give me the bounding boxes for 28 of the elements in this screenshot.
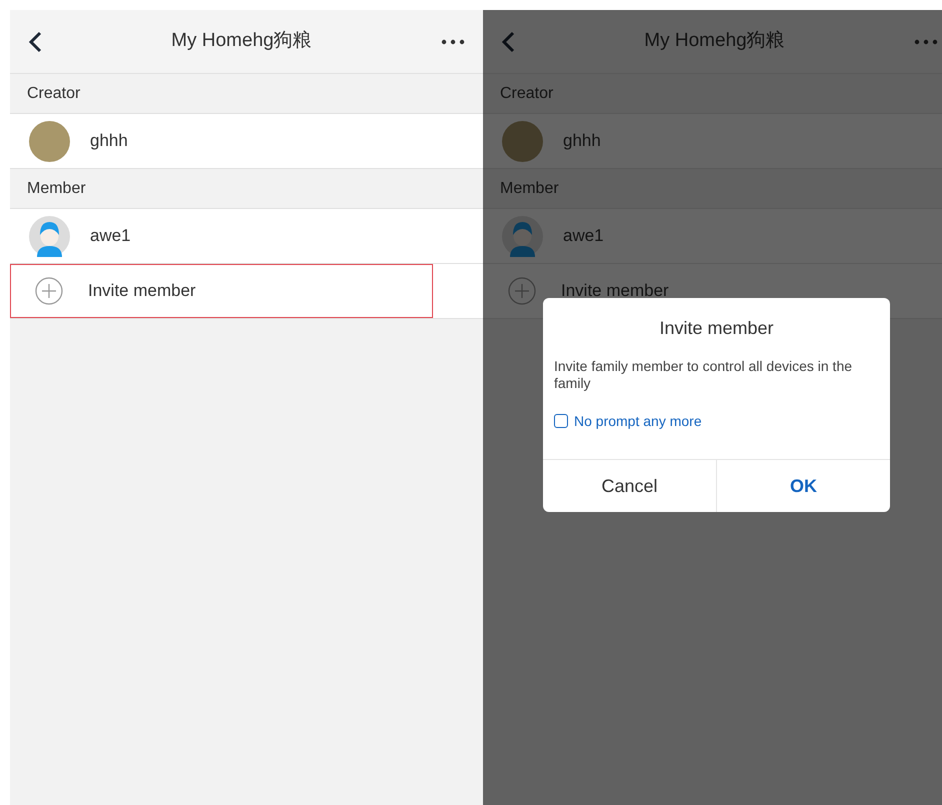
ok-button[interactable]: OK xyxy=(716,460,890,512)
plus-circle-icon xyxy=(508,277,536,305)
member-name: awe1 xyxy=(90,225,131,248)
dialog-message: Invite family member to control all devices in the family xyxy=(554,358,854,392)
no-prompt-checkbox[interactable]: No prompt any more xyxy=(554,411,702,431)
member-row[interactable]: ghhh xyxy=(10,114,483,169)
member-name: awe1 xyxy=(563,225,604,248)
section-label: Member xyxy=(27,178,86,198)
page-title: My Homehg狗粮 xyxy=(644,29,785,54)
avatar-silhouette-icon xyxy=(502,216,543,256)
member-name: ghhh xyxy=(563,130,601,152)
plus-circle-icon xyxy=(35,277,63,305)
member-row[interactable]: awe1 xyxy=(483,209,942,264)
dialog-title: Invite member xyxy=(659,316,774,340)
section-label: Creator xyxy=(500,84,554,104)
member-row[interactable]: ghhh xyxy=(483,114,942,169)
back-icon[interactable] xyxy=(28,30,42,52)
cancel-button[interactable]: Cancel xyxy=(543,460,716,512)
avatar-photo-placeholder xyxy=(29,120,70,162)
section-label: Creator xyxy=(27,84,80,104)
invite-member-row[interactable]: Invite member xyxy=(10,264,433,318)
member-name: ghhh xyxy=(90,130,128,152)
member-row[interactable]: awe1 xyxy=(10,209,483,264)
more-icon[interactable] xyxy=(440,38,465,44)
page-title: My Homehg狗粮 xyxy=(171,29,312,54)
section-label: Member xyxy=(500,178,559,198)
avatar-silhouette-icon xyxy=(29,216,70,256)
avatar-photo-placeholder xyxy=(502,120,543,162)
